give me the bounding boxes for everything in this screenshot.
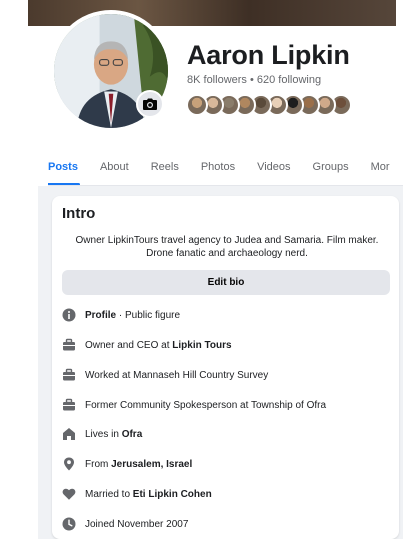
briefcase-icon xyxy=(62,368,76,382)
profile-tabs: Posts About Reels Photos Videos Groups Mor xyxy=(48,148,403,186)
briefcase-icon xyxy=(62,398,76,412)
location-pin-icon xyxy=(62,457,76,471)
briefcase-icon xyxy=(62,338,76,352)
tab-photos[interactable]: Photos xyxy=(201,161,235,173)
bio-line-2: Drone fanatic and archaeology nerd. xyxy=(146,248,308,259)
detail-link[interactable]: Eti Lipkin Cohen xyxy=(133,489,212,500)
profile-name: Aaron Lipkin xyxy=(187,40,350,70)
tab-reels[interactable]: Reels xyxy=(151,161,179,173)
intro-detail-text: Profile · Public figure xyxy=(85,310,180,321)
intro-detail-text: Joined November 2007 xyxy=(85,519,188,530)
detail-prefix: Married to xyxy=(85,488,133,500)
profile-avatar[interactable] xyxy=(50,10,172,132)
detail-prefix: Worked at Mannaseh Hill Country Survey xyxy=(85,369,269,381)
intro-detail-item: From Jerusalem, Israel xyxy=(62,454,192,474)
friend-avatar[interactable] xyxy=(186,94,208,116)
info-icon xyxy=(62,308,76,322)
tab-groups[interactable]: Groups xyxy=(313,161,349,173)
intro-detail-text: Worked at Mannaseh Hill Country Survey xyxy=(85,370,268,381)
intro-card: Intro Owner LipkinTours travel agency to… xyxy=(52,196,399,539)
intro-title: Intro xyxy=(62,205,96,222)
bio-line-1: Owner LipkinTours travel agency to Judea… xyxy=(75,235,379,246)
detail-link[interactable]: Jerusalem, Israel xyxy=(111,459,192,470)
detail-link[interactable]: Profile xyxy=(85,310,116,321)
heart-icon xyxy=(62,487,76,501)
clock-icon xyxy=(62,517,76,531)
intro-detail-item: Married to Eti Lipkin Cohen xyxy=(62,484,212,504)
detail-prefix: Owner and CEO at xyxy=(85,339,173,351)
tab-posts[interactable]: Posts xyxy=(48,161,80,186)
tab-about[interactable]: About xyxy=(100,161,129,173)
intro-detail-text: Former Community Spokesperson at Townshi… xyxy=(85,400,326,411)
detail-prefix: Lives in xyxy=(85,428,122,440)
change-photo-button[interactable] xyxy=(136,90,164,118)
intro-detail-item: Lives in Ofra xyxy=(62,424,142,444)
bio-text: Owner LipkinTours travel agency to Judea… xyxy=(60,234,394,260)
intro-detail-item: Former Community Spokesperson at Townshi… xyxy=(62,395,326,415)
edit-bio-button[interactable]: Edit bio xyxy=(62,270,390,295)
friends-avatar-row[interactable] xyxy=(186,94,356,116)
intro-detail-item: Joined November 2007 xyxy=(62,514,188,534)
intro-detail-item: Profile · Public figure xyxy=(62,305,180,325)
intro-detail-text: From Jerusalem, Israel xyxy=(85,459,192,470)
intro-detail-text: Married to Eti Lipkin Cohen xyxy=(85,489,212,500)
intro-detail-item: Owner and CEO at Lipkin Tours xyxy=(62,335,232,355)
intro-detail-text: Lives in Ofra xyxy=(85,429,142,440)
detail-prefix: Former Community Spokesperson at Townshi… xyxy=(85,399,327,411)
detail-link[interactable]: Lipkin Tours xyxy=(172,340,231,351)
tab-mor[interactable]: Mor xyxy=(371,161,390,173)
detail-suffix: · Public figure xyxy=(116,309,181,321)
camera-icon xyxy=(143,98,157,110)
follow-counts[interactable]: 8K followers • 620 following xyxy=(187,74,321,86)
detail-prefix: From xyxy=(85,458,112,470)
detail-link[interactable]: Ofra xyxy=(122,429,143,440)
home-icon xyxy=(62,427,76,441)
intro-detail-item: Worked at Mannaseh Hill Country Survey xyxy=(62,365,268,385)
profile-header: Aaron Lipkin 8K followers • 620 followin… xyxy=(0,0,403,150)
detail-prefix: Joined November 2007 xyxy=(85,518,189,530)
intro-detail-text: Owner and CEO at Lipkin Tours xyxy=(85,340,232,351)
tab-videos[interactable]: Videos xyxy=(257,161,290,173)
